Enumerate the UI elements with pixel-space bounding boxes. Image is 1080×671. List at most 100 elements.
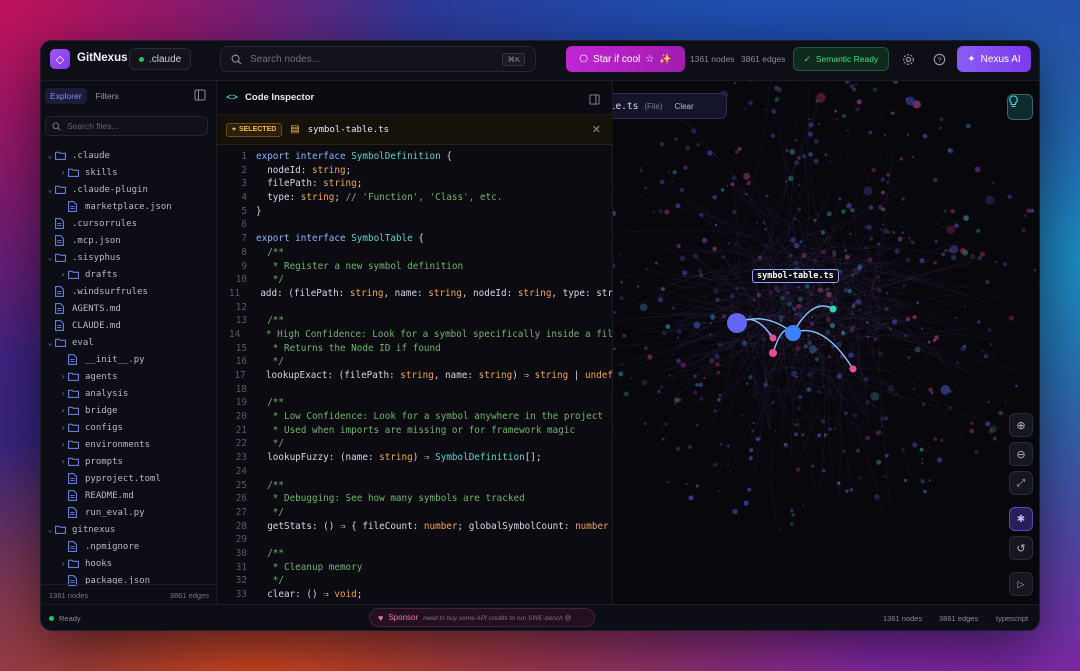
graph-node[interactable]	[940, 438, 944, 442]
graph-node[interactable]	[906, 133, 910, 136]
graph-node[interactable]	[919, 447, 924, 452]
graph-node[interactable]	[743, 192, 747, 196]
graph-node[interactable]	[977, 256, 982, 261]
zoom-out-button[interactable]: ⊖	[1009, 442, 1033, 466]
tree-file[interactable]: CLAUDE.md	[41, 317, 217, 334]
graph-node[interactable]	[808, 345, 817, 353]
graph-node[interactable]	[668, 374, 671, 377]
graph-node[interactable]	[884, 416, 889, 421]
graph-node[interactable]	[1007, 194, 1012, 199]
graph-node[interactable]	[797, 296, 803, 302]
graph-node[interactable]	[643, 346, 648, 351]
graph-node[interactable]	[644, 186, 647, 189]
graph-node[interactable]	[757, 255, 763, 260]
star-button[interactable]: ⎔ Star if cool ☆ ✨	[566, 46, 685, 72]
graph-node[interactable]	[842, 449, 846, 453]
graph-node[interactable]	[817, 122, 821, 126]
graph-node[interactable]	[726, 184, 729, 187]
graph-node[interactable]	[788, 175, 794, 182]
graph-node[interactable]	[868, 205, 874, 210]
graph-node[interactable]	[948, 148, 954, 154]
graph-node[interactable]	[768, 290, 773, 295]
graph-node[interactable]	[621, 363, 624, 366]
graph-node[interactable]	[795, 345, 801, 352]
graph-node[interactable]	[895, 393, 898, 395]
tree-folder[interactable]: ⌄ .claude-plugin	[41, 181, 217, 198]
graph-node[interactable]	[721, 314, 727, 319]
graph-node[interactable]	[742, 341, 748, 347]
reset-button[interactable]: ↺	[1009, 536, 1033, 560]
graph-node[interactable]	[801, 154, 807, 159]
graph-node[interactable]	[864, 246, 868, 250]
graph-node[interactable]	[899, 157, 904, 161]
graph-node[interactable]	[712, 246, 717, 252]
graph-node[interactable]	[856, 448, 861, 453]
graph-node[interactable]	[855, 299, 862, 305]
graph-node[interactable]	[807, 131, 814, 137]
graph-node[interactable]	[912, 155, 914, 158]
graph-node[interactable]	[833, 427, 837, 431]
graph-node[interactable]	[764, 108, 767, 111]
graph-node[interactable]	[767, 285, 770, 287]
graph-node[interactable]	[1030, 208, 1035, 213]
graph-node[interactable]	[713, 153, 716, 155]
linked-node[interactable]	[829, 305, 837, 313]
graph-node[interactable]	[709, 333, 712, 336]
graph-node[interactable]	[844, 411, 848, 416]
tree-file[interactable]: __init__.py	[41, 351, 217, 368]
graph-node[interactable]	[1015, 384, 1018, 388]
graph-node[interactable]	[825, 287, 830, 291]
graph-node[interactable]	[810, 321, 815, 326]
graph-node[interactable]	[752, 422, 755, 424]
graph-node[interactable]	[802, 504, 804, 507]
graph-node[interactable]	[871, 167, 876, 173]
tree-folder[interactable]: › hooks	[41, 555, 217, 572]
graph-node[interactable]	[939, 126, 942, 130]
graph-node[interactable]	[920, 327, 924, 330]
graph-node[interactable]	[767, 316, 770, 319]
graph-node[interactable]	[884, 453, 889, 458]
graph-node[interactable]	[919, 258, 925, 264]
graph-node[interactable]	[797, 183, 800, 186]
graph-node[interactable]	[786, 291, 790, 295]
graph-node[interactable]	[832, 335, 835, 338]
graph-node[interactable]	[660, 287, 665, 292]
graph-node[interactable]	[948, 406, 952, 410]
graph-node[interactable]	[817, 433, 822, 438]
graph-node[interactable]	[734, 150, 739, 154]
graph-node[interactable]	[819, 251, 822, 254]
graph-node[interactable]	[774, 430, 777, 433]
graph-node[interactable]	[748, 100, 753, 106]
graph-node[interactable]	[969, 428, 974, 434]
graph-node[interactable]	[779, 319, 783, 323]
graph-node[interactable]	[836, 118, 839, 121]
graph-node[interactable]	[665, 422, 668, 426]
graph-node[interactable]	[806, 326, 809, 329]
graph-node[interactable]	[676, 358, 681, 364]
graph-node[interactable]	[693, 321, 701, 329]
graph-node[interactable]	[832, 117, 835, 120]
graph-node[interactable]	[854, 302, 857, 305]
graph-node[interactable]	[613, 347, 616, 350]
graph-node[interactable]	[732, 210, 737, 215]
clear-filter-button[interactable]: Clear	[675, 102, 694, 111]
graph-node[interactable]	[857, 264, 863, 270]
graph-node[interactable]	[715, 362, 720, 367]
graph-node[interactable]	[904, 478, 907, 482]
graph-node[interactable]	[774, 285, 779, 291]
graph-node[interactable]	[829, 300, 834, 305]
graph-node[interactable]	[987, 401, 990, 404]
graph-node[interactable]	[639, 303, 648, 312]
node-search[interactable]: ⌘K	[220, 46, 536, 72]
graph-node[interactable]	[748, 456, 753, 461]
graph-node[interactable]	[679, 187, 684, 192]
graph-node[interactable]	[623, 391, 629, 397]
graph-node[interactable]	[954, 223, 959, 228]
graph-node[interactable]	[733, 81, 737, 85]
tree-folder[interactable]: ⌄ .sisyphus	[41, 249, 217, 266]
graph-node[interactable]	[994, 260, 997, 263]
graph-node[interactable]	[887, 230, 891, 234]
graph-node[interactable]	[875, 275, 880, 279]
graph-node[interactable]	[824, 307, 827, 310]
graph-node[interactable]	[904, 334, 908, 338]
